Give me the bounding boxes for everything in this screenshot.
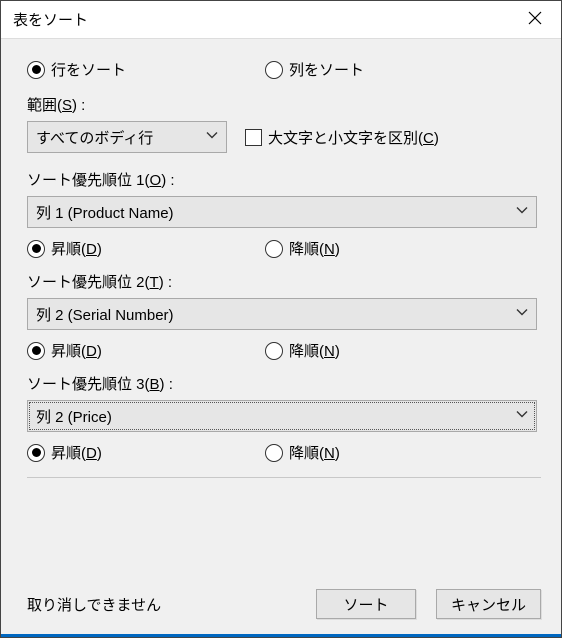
chevron-down-icon bbox=[516, 204, 528, 221]
divider bbox=[27, 477, 541, 478]
priority-3-value: 列 2 (Price) bbox=[36, 406, 112, 427]
priority-2-value: 列 2 (Serial Number) bbox=[36, 304, 174, 325]
radio-icon bbox=[27, 61, 45, 79]
priority-2-desc-radio[interactable]: 降順(N) bbox=[265, 340, 340, 361]
priority-1-section: ソート優先順位 1(O) : 列 1 (Product Name) 昇順(D) … bbox=[27, 169, 541, 259]
bottom-accent bbox=[1, 634, 561, 637]
sort-button[interactable]: ソート bbox=[316, 589, 416, 619]
sort-rows-label: 行をソート bbox=[51, 59, 126, 80]
priority-1-label: ソート優先順位 1(O) : bbox=[27, 169, 541, 190]
priority-1-desc-radio[interactable]: 降順(N) bbox=[265, 238, 340, 259]
radio-icon bbox=[265, 342, 283, 360]
close-icon bbox=[528, 11, 542, 29]
priority-3-desc-radio[interactable]: 降順(N) bbox=[265, 442, 340, 463]
case-sensitive-checkbox[interactable]: 大文字と小文字を区別(C) bbox=[245, 127, 439, 148]
priority-1-select[interactable]: 列 1 (Product Name) bbox=[27, 196, 537, 228]
footer: 取り消しできません ソート キャンセル bbox=[1, 574, 561, 634]
range-select[interactable]: すべてのボディ行 bbox=[27, 121, 227, 153]
range-label: 範囲(S) : bbox=[27, 94, 541, 115]
case-sensitive-label: 大文字と小文字を区別(C) bbox=[268, 127, 439, 148]
priority-3-asc-radio[interactable]: 昇順(D) bbox=[27, 442, 265, 463]
titlebar: 表をソート bbox=[1, 1, 561, 39]
content-area: 行をソート 列をソート 範囲(S) : すべてのボディ行 大文字と小文字を区別(… bbox=[1, 39, 561, 574]
radio-icon bbox=[265, 240, 283, 258]
dialog-window: 表をソート 行をソート 列をソート 範囲(S) : すべてのボディ行 bbox=[0, 0, 562, 638]
priority-2-label: ソート優先順位 2(T) : bbox=[27, 271, 541, 292]
priority-3-section: ソート優先順位 3(B) : 列 2 (Price) 昇順(D) 降順(N) bbox=[27, 373, 541, 463]
radio-icon bbox=[27, 444, 45, 462]
sort-rows-radio[interactable]: 行をソート bbox=[27, 59, 265, 80]
chevron-down-icon bbox=[206, 129, 218, 146]
priority-3-label: ソート優先順位 3(B) : bbox=[27, 373, 541, 394]
range-row: すべてのボディ行 大文字と小文字を区別(C) bbox=[27, 121, 541, 153]
radio-icon bbox=[265, 61, 283, 79]
priority-3-select[interactable]: 列 2 (Price) bbox=[27, 400, 537, 432]
priority-2-section: ソート優先順位 2(T) : 列 2 (Serial Number) 昇順(D)… bbox=[27, 271, 541, 361]
range-value: すべてのボディ行 bbox=[36, 127, 153, 148]
sort-target-row: 行をソート 列をソート bbox=[27, 59, 541, 80]
sort-cols-label: 列をソート bbox=[289, 59, 364, 80]
close-button[interactable] bbox=[515, 4, 555, 36]
priority-1-value: 列 1 (Product Name) bbox=[36, 202, 174, 223]
footer-message: 取り消しできません bbox=[27, 594, 296, 615]
radio-icon bbox=[265, 444, 283, 462]
sort-cols-radio[interactable]: 列をソート bbox=[265, 59, 364, 80]
radio-icon bbox=[27, 240, 45, 258]
checkbox-icon bbox=[245, 129, 262, 146]
priority-2-select[interactable]: 列 2 (Serial Number) bbox=[27, 298, 537, 330]
priority-3-order-row: 昇順(D) 降順(N) bbox=[27, 442, 541, 463]
cancel-button[interactable]: キャンセル bbox=[436, 589, 541, 619]
dialog-title: 表をソート bbox=[13, 9, 88, 30]
priority-2-asc-radio[interactable]: 昇順(D) bbox=[27, 340, 265, 361]
priority-1-asc-radio[interactable]: 昇順(D) bbox=[27, 238, 265, 259]
radio-icon bbox=[27, 342, 45, 360]
chevron-down-icon bbox=[516, 306, 528, 323]
priority-2-order-row: 昇順(D) 降順(N) bbox=[27, 340, 541, 361]
chevron-down-icon bbox=[516, 408, 528, 425]
priority-1-order-row: 昇順(D) 降順(N) bbox=[27, 238, 541, 259]
